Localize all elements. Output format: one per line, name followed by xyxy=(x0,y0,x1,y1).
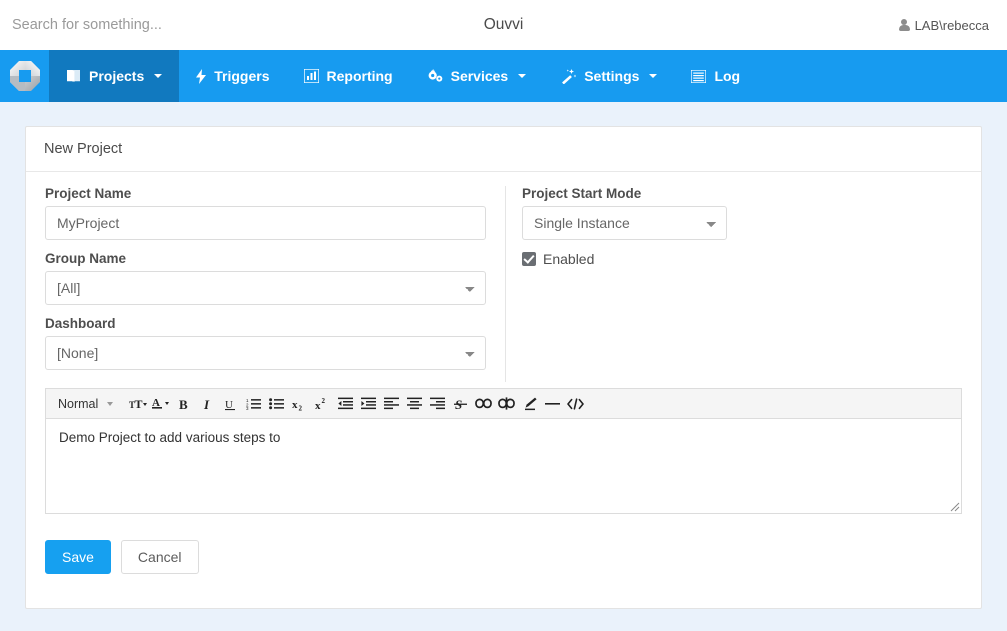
strikethrough-icon[interactable]: S xyxy=(449,392,471,416)
card-body: Project Name Group Name [All] Dashboard … xyxy=(26,172,981,575)
nav-item-reporting[interactable]: Reporting xyxy=(287,50,410,102)
new-project-card: New Project Project Name Group Name [All… xyxy=(25,126,982,609)
top-bar: Ouvvi LAB\rebecca xyxy=(0,0,1007,50)
bold-icon[interactable]: B xyxy=(173,392,195,416)
group-name-label: Group Name xyxy=(45,251,127,266)
align-center-icon[interactable] xyxy=(403,392,425,416)
ordered-list-icon[interactable]: 1 2 3 xyxy=(242,392,264,416)
ouvvi-logo-icon xyxy=(9,60,41,92)
description-textarea[interactable]: Demo Project to add various steps to xyxy=(45,418,962,514)
logo-cell[interactable] xyxy=(0,50,49,102)
nav-label-reporting: Reporting xyxy=(326,68,393,84)
font-size-icon[interactable]: T T xyxy=(127,392,149,416)
text-color-icon[interactable]: A xyxy=(150,392,172,416)
description-editor: Normal T T A B I U 1 2 3 x 2 x 2 S Demo … xyxy=(45,382,962,514)
chevron-down-icon xyxy=(518,74,527,78)
page-title: New Project xyxy=(44,141,123,157)
nav-label-services: Services xyxy=(450,68,509,84)
unlink-icon[interactable] xyxy=(495,392,517,416)
svg-text:x: x xyxy=(292,399,298,411)
group-name-select[interactable]: [All] xyxy=(45,271,486,305)
subscript-icon[interactable]: x 2 xyxy=(288,392,310,416)
code-icon[interactable] xyxy=(564,392,586,416)
dashboard-label: Dashboard xyxy=(45,316,116,331)
bar-chart-icon xyxy=(303,69,319,83)
svg-text:T: T xyxy=(134,397,142,411)
project-name-label: Project Name xyxy=(45,186,132,201)
project-name-input[interactable] xyxy=(45,206,486,240)
highlighter-icon[interactable] xyxy=(518,392,540,416)
link-icon[interactable] xyxy=(472,392,494,416)
description-text: Demo Project to add various steps to xyxy=(59,430,281,445)
cancel-button[interactable]: Cancel xyxy=(120,540,199,575)
chevron-down-icon xyxy=(649,74,658,78)
form-actions: Save Cancel xyxy=(45,514,962,575)
list-icon xyxy=(691,69,707,83)
svg-text:2: 2 xyxy=(298,404,302,411)
bolt-icon xyxy=(196,68,207,84)
page-content: New Project Project Name Group Name [All… xyxy=(0,102,1007,609)
svg-text:I: I xyxy=(203,397,210,411)
user-icon xyxy=(898,18,910,32)
italic-icon[interactable]: I xyxy=(196,392,218,416)
form-column-right: Project Start Mode Single Instance Enabl… xyxy=(506,186,962,382)
form-columns: Project Name Group Name [All] Dashboard … xyxy=(45,186,962,382)
nav-item-settings[interactable]: Settings xyxy=(543,50,674,102)
indent-icon[interactable] xyxy=(357,392,379,416)
start-mode-select[interactable]: Single Instance xyxy=(522,206,727,240)
card-header: New Project xyxy=(26,127,981,172)
nav-item-log[interactable]: Log xyxy=(674,50,757,102)
save-button[interactable]: Save xyxy=(45,540,111,575)
enabled-label: Enabled xyxy=(543,251,595,267)
main-navigation: Projects Triggers Reporting Services Set… xyxy=(0,50,1007,102)
chevron-down-icon xyxy=(107,401,114,406)
superscript-icon[interactable]: x 2 xyxy=(311,392,333,416)
svg-text:2: 2 xyxy=(321,397,325,405)
outdent-icon[interactable] xyxy=(334,392,356,416)
editor-toolbar: Normal T T A B I U 1 2 3 x 2 x 2 S xyxy=(45,388,962,418)
svg-text:3: 3 xyxy=(246,406,249,410)
book-icon xyxy=(66,69,81,83)
gears-icon xyxy=(427,69,443,83)
paragraph-style-dropdown[interactable]: Normal xyxy=(53,397,116,411)
dashboard-select[interactable]: [None] xyxy=(45,336,486,370)
search-input[interactable] xyxy=(0,5,330,45)
enabled-checkbox-row[interactable]: Enabled xyxy=(522,251,962,267)
nav-label-settings: Settings xyxy=(584,68,640,84)
nav-label-log: Log xyxy=(714,68,741,84)
paragraph-style-label: Normal xyxy=(58,396,99,411)
align-left-icon[interactable] xyxy=(380,392,402,416)
chevron-down-icon xyxy=(154,74,163,78)
enabled-checkbox[interactable] xyxy=(522,252,536,266)
horizontal-rule-icon[interactable] xyxy=(541,392,563,416)
nav-item-projects[interactable]: Projects xyxy=(49,50,180,102)
form-column-left: Project Name Group Name [All] Dashboard … xyxy=(45,186,505,382)
nav-label-projects: Projects xyxy=(89,68,145,84)
magic-wand-icon xyxy=(560,68,577,84)
resize-handle[interactable] xyxy=(946,498,960,512)
nav-item-services[interactable]: Services xyxy=(410,50,544,102)
nav-item-triggers[interactable]: Triggers xyxy=(179,50,286,102)
unordered-list-icon[interactable] xyxy=(265,392,287,416)
svg-text:x: x xyxy=(315,400,321,411)
align-right-icon[interactable] xyxy=(426,392,448,416)
user-name-label: LAB\rebecca xyxy=(914,17,989,33)
svg-text:B: B xyxy=(179,397,188,411)
start-mode-label: Project Start Mode xyxy=(522,186,642,201)
nav-label-triggers: Triggers xyxy=(214,68,270,84)
underline-icon[interactable]: U xyxy=(219,392,241,416)
user-menu[interactable]: LAB\rebecca xyxy=(898,17,989,33)
